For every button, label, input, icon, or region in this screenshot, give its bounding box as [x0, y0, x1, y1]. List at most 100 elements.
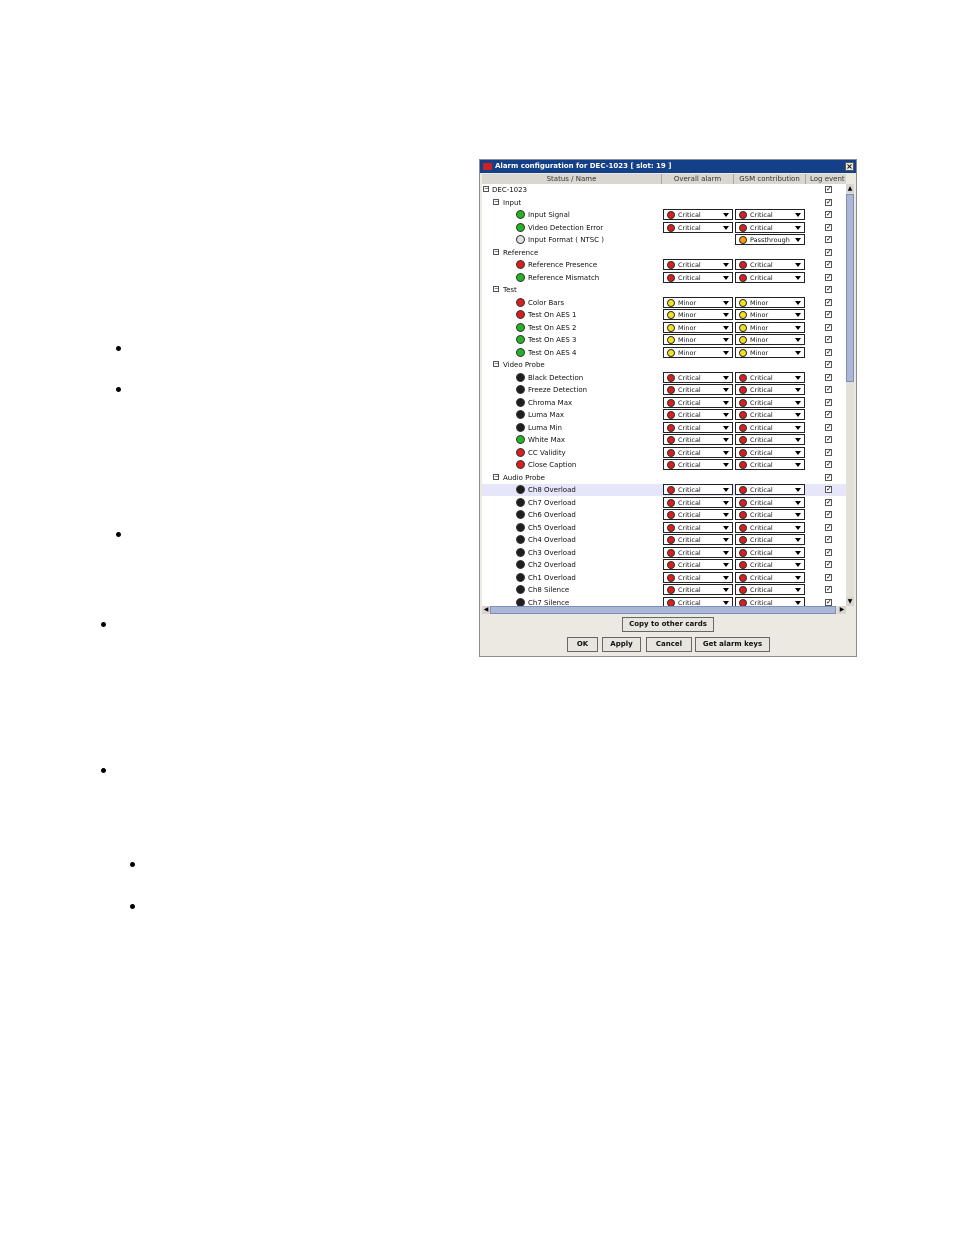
dropdown-arrow-icon[interactable] [795, 538, 801, 542]
log-events-checkbox[interactable]: ✓ [825, 498, 832, 506]
dropdown-arrow-icon[interactable] [795, 325, 801, 330]
log-events-checkbox[interactable]: ✓ [825, 411, 832, 418]
log-events-checkbox[interactable]: ✓ [825, 561, 832, 568]
dropdown-arrow-icon[interactable] [795, 375, 801, 380]
dropdown-arrow-icon[interactable] [795, 275, 801, 280]
dropdown-arrow-icon[interactable] [723, 375, 729, 380]
gsm-contribution-select[interactable]: Critical [735, 509, 805, 520]
close-icon[interactable]: × [845, 162, 854, 171]
overall-alarm-select[interactable]: Critical [663, 584, 733, 595]
overall-alarm-select[interactable]: Critical [663, 271, 733, 283]
log-events-checkbox[interactable]: ✓ [825, 536, 832, 543]
tree-row[interactable]: Ch4 Overload Critical Critical ✓ [482, 534, 846, 546]
gsm-contribution-select[interactable]: Minor [735, 321, 805, 333]
gsm-contribution-select[interactable]: Critical [735, 521, 805, 533]
tree-row[interactable]: Test On AES 4 Minor Minor ✓ [482, 346, 846, 359]
tree-row[interactable]: Ch7 Overload Critical Critical ✓ [482, 496, 846, 509]
overall-alarm-select[interactable]: Critical [663, 496, 733, 508]
tree-row[interactable]: White Max Critical Critical ✓ [482, 434, 846, 446]
dropdown-arrow-icon[interactable] [795, 563, 801, 567]
column-log-events[interactable]: Log event [806, 174, 846, 184]
dropdown-arrow-icon[interactable] [795, 263, 801, 267]
dropdown-arrow-icon[interactable] [795, 338, 801, 342]
tree-row[interactable]: − Video Probe ✓ [482, 359, 846, 371]
tree-row[interactable]: − Test ✓ [482, 284, 846, 296]
log-events-checkbox[interactable]: ✓ [825, 548, 832, 556]
ok-button[interactable]: OK [567, 637, 598, 652]
collapse-icon[interactable]: − [493, 248, 499, 255]
dropdown-arrow-icon[interactable] [723, 488, 729, 492]
dropdown-arrow-icon[interactable] [723, 575, 729, 580]
dropdown-arrow-icon[interactable] [723, 463, 729, 467]
dropdown-arrow-icon[interactable] [795, 238, 801, 242]
dropdown-arrow-icon[interactable] [723, 325, 729, 330]
horizontal-scroll-thumb[interactable] [490, 606, 836, 614]
dropdown-arrow-icon[interactable] [795, 225, 801, 230]
dropdown-arrow-icon[interactable] [723, 300, 729, 305]
dropdown-arrow-icon[interactable] [795, 213, 801, 217]
tree-row[interactable]: − Input ✓ [482, 197, 846, 209]
log-events-checkbox[interactable]: ✓ [825, 586, 832, 593]
log-events-checkbox[interactable]: ✓ [825, 273, 832, 281]
log-events-checkbox[interactable]: ✓ [825, 248, 832, 256]
overall-alarm-select[interactable]: Critical [663, 396, 733, 408]
dropdown-arrow-icon[interactable] [795, 500, 801, 505]
dropdown-arrow-icon[interactable] [795, 413, 801, 417]
scroll-right-icon[interactable]: ▶ [838, 606, 846, 614]
tree-row[interactable]: Reference Presence Critical Critical ✓ [482, 259, 846, 271]
log-events-checkbox[interactable]: ✓ [825, 223, 832, 231]
log-events-checkbox[interactable]: ✓ [825, 461, 832, 468]
get-alarm-keys-button[interactable]: Get alarm keys [695, 637, 770, 652]
tree-row[interactable]: Chroma Max Critical Critical ✓ [482, 396, 846, 409]
collapse-icon[interactable]: − [493, 286, 499, 292]
tree-row[interactable]: − Audio Probe ✓ [482, 472, 846, 484]
vertical-scrollbar[interactable]: ▲ ▼ [846, 184, 854, 606]
overall-alarm-select[interactable]: Critical [663, 259, 733, 270]
tree-row[interactable]: Input Format ( NTSC ) Passthrough ✓ [482, 234, 846, 246]
log-events-checkbox[interactable]: ✓ [825, 511, 832, 518]
dropdown-arrow-icon[interactable] [723, 225, 729, 230]
tree-row[interactable]: Ch2 Overload Critical Critical ✓ [482, 559, 846, 571]
dropdown-arrow-icon[interactable] [795, 550, 801, 555]
collapse-icon[interactable]: − [493, 361, 499, 367]
tree-row[interactable]: Ch3 Overload Critical Critical ✓ [482, 546, 846, 559]
gsm-contribution-select[interactable]: Critical [735, 434, 805, 445]
dialog-title-bar[interactable]: Alarm configuration for DEC-1023 [ slot:… [480, 160, 856, 173]
overall-alarm-select[interactable]: Critical [663, 509, 733, 520]
log-events-checkbox[interactable]: ✓ [825, 448, 832, 456]
tree-row[interactable]: Freeze Detection Critical Critical ✓ [482, 384, 846, 396]
tree-row[interactable]: Ch7 Silence Critical Critical ✓ [482, 596, 846, 606]
tree-row[interactable]: Luma Min Critical Critical ✓ [482, 421, 846, 434]
tree-row[interactable]: Luma Max Critical Critical ✓ [482, 409, 846, 421]
tree-row[interactable]: Reference Mismatch Critical Critical ✓ [482, 271, 846, 284]
tree-row[interactable]: Ch5 Overload Critical Critical ✓ [482, 521, 846, 534]
dropdown-arrow-icon[interactable] [795, 300, 801, 305]
dropdown-arrow-icon[interactable] [723, 388, 729, 392]
gsm-contribution-select[interactable]: Minor [735, 346, 805, 358]
dropdown-arrow-icon[interactable] [723, 450, 729, 455]
overall-alarm-select[interactable]: Critical [663, 484, 733, 495]
overall-alarm-select[interactable]: Critical [663, 534, 733, 545]
gsm-contribution-select[interactable]: Critical [735, 421, 805, 433]
log-events-checkbox[interactable]: ✓ [825, 186, 832, 193]
log-events-checkbox[interactable]: ✓ [825, 348, 832, 356]
overall-alarm-select[interactable]: Critical [663, 409, 733, 420]
tree-row[interactable]: Video Detection Error Critical Critical ✓ [482, 221, 846, 234]
dropdown-arrow-icon[interactable] [723, 313, 729, 317]
dropdown-arrow-icon[interactable] [795, 513, 801, 517]
tree-row[interactable]: Ch8 Overload Critical Critical ✓ [482, 484, 846, 496]
log-events-checkbox[interactable]: ✓ [825, 523, 832, 531]
gsm-contribution-select[interactable]: Critical [735, 596, 805, 606]
gsm-contribution-select[interactable]: Critical [735, 371, 805, 383]
log-events-checkbox[interactable]: ✓ [825, 436, 832, 443]
dropdown-arrow-icon[interactable] [795, 350, 801, 355]
dropdown-arrow-icon[interactable] [795, 600, 801, 605]
overall-alarm-select[interactable]: Minor [663, 334, 733, 345]
log-events-checkbox[interactable]: ✓ [825, 298, 832, 306]
tree-row[interactable]: Input Signal Critical Critical ✓ [482, 209, 846, 221]
gsm-contribution-select[interactable]: Critical [735, 534, 805, 545]
overall-alarm-select[interactable]: Critical [663, 209, 733, 220]
dropdown-arrow-icon[interactable] [795, 525, 801, 530]
tree-row[interactable]: Ch6 Overload Critical Critical ✓ [482, 509, 846, 521]
dropdown-arrow-icon[interactable] [723, 413, 729, 417]
